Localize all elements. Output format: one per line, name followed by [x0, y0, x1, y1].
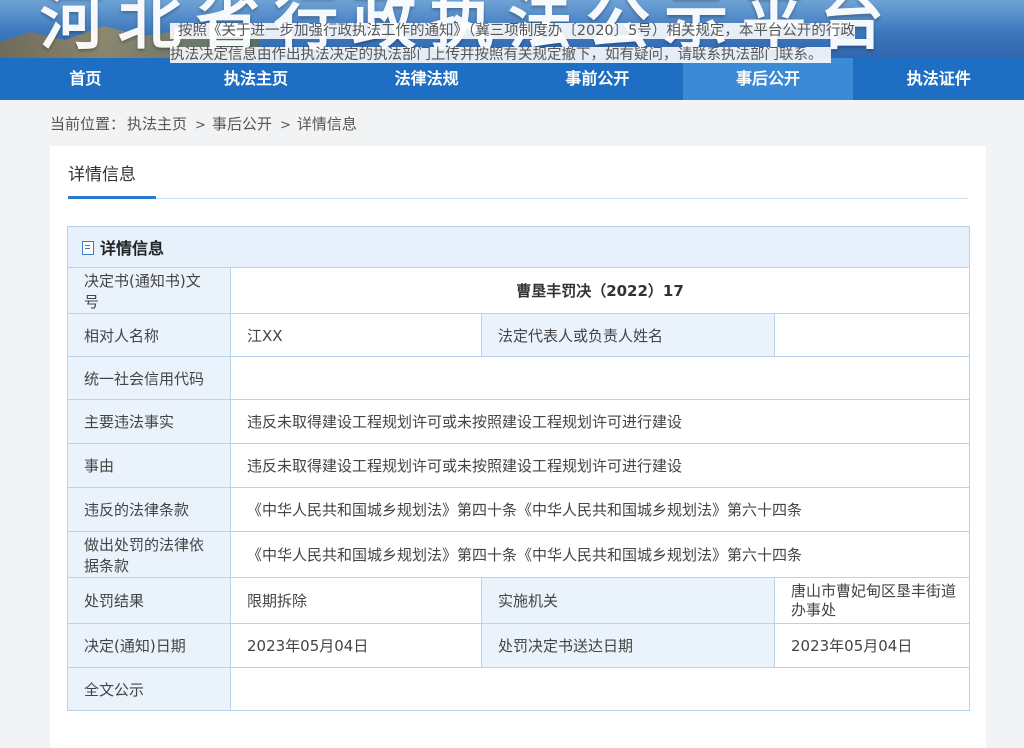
- reason-value: 违反未取得建设工程规划许可或未按照建设工程规划许可进行建设: [230, 443, 970, 488]
- table-row: 违反的法律条款 《中华人民共和国城乡规划法》第四十条《中华人民共和国城乡规划法》…: [67, 487, 970, 532]
- breadcrumb-separator: >: [195, 118, 206, 133]
- delivery-date-value: 2023年05月04日: [774, 623, 970, 668]
- nav-home[interactable]: 首页: [0, 58, 171, 100]
- violated-law-label: 违反的法律条款: [67, 487, 231, 532]
- party-label: 相对人名称: [67, 313, 231, 357]
- reason-label: 事由: [67, 443, 231, 488]
- legal-rep-label: 法定代表人或负责人姓名: [481, 313, 775, 357]
- detail-table: 详情信息 决定书(通知书)文号 曹垦丰罚决（2022）17 相对人名称 江XX …: [67, 226, 970, 711]
- table-row: 做出处罚的法律依据条款 《中华人民共和国城乡规划法》第四十条《中华人民共和国城乡…: [67, 531, 970, 578]
- penalty-basis-value: 《中华人民共和国城乡规划法》第四十条《中华人民共和国城乡规划法》第六十四条: [230, 531, 970, 578]
- delivery-date-label: 处罚决定书送达日期: [481, 623, 775, 668]
- document-icon: [82, 241, 94, 255]
- doc-number-value: 曹垦丰罚决（2022）17: [230, 267, 970, 314]
- decision-date-value: 2023年05月04日: [230, 623, 482, 668]
- doc-number-label: 决定书(通知书)文号: [67, 267, 231, 314]
- facts-value: 违反未取得建设工程规划许可或未按照建设工程规划许可进行建设: [230, 399, 970, 444]
- table-row: 决定(通知)日期 2023年05月04日 处罚决定书送达日期 2023年05月0…: [67, 623, 970, 668]
- nav-certificates[interactable]: 执法证件: [853, 58, 1024, 100]
- tab-divider: [68, 198, 968, 199]
- table-row: 决定书(通知书)文号 曹垦丰罚决（2022）17: [67, 267, 970, 314]
- table-row: 相对人名称 江XX 法定代表人或负责人姓名: [67, 313, 970, 357]
- penalty-result-value: 限期拆除: [230, 577, 482, 624]
- tab-detail[interactable]: 详情信息: [68, 156, 136, 195]
- breadcrumb-link-post-disclosure[interactable]: 事后公开: [212, 115, 272, 133]
- facts-label: 主要违法事实: [67, 399, 231, 444]
- decision-date-label: 决定(通知)日期: [67, 623, 231, 668]
- violated-law-value: 《中华人民共和国城乡规划法》第四十条《中华人民共和国城乡规划法》第六十四条: [230, 487, 970, 532]
- breadcrumb-prefix: 当前位置：: [50, 115, 126, 133]
- table-row: 统一社会信用代码: [67, 356, 970, 400]
- table-row: 处罚结果 限期拆除 实施机关 唐山市曹妃甸区垦丰街道办事处: [67, 577, 970, 624]
- penalty-result-label: 处罚结果: [67, 577, 231, 624]
- breadcrumb-link-enforcement-home[interactable]: 执法主页: [127, 115, 187, 133]
- fulltext-value: [230, 667, 970, 711]
- table-row: 全文公示: [67, 667, 970, 711]
- detail-table-header: 详情信息: [67, 226, 970, 268]
- detail-panel: 详情信息 详情信息 决定书(通知书)文号 曹垦丰罚决（2022）17 相对人名称…: [50, 146, 986, 748]
- credit-code-label: 统一社会信用代码: [67, 356, 231, 400]
- notice-text: 按照《关于进一步加强行政执法工作的通知》（冀三项制度办〔2020〕5号）相关规定…: [170, 23, 855, 63]
- breadcrumb-separator: >: [279, 118, 291, 133]
- credit-code-value: [230, 356, 970, 400]
- detail-header-label: 详情信息: [100, 239, 165, 258]
- tab-active-underline: [68, 196, 156, 199]
- party-value: 江XX: [230, 313, 482, 357]
- table-row: 主要违法事实 违反未取得建设工程规划许可或未按照建设工程规划许可进行建设: [67, 399, 970, 444]
- breadcrumb-current: 详情信息: [296, 115, 357, 133]
- table-row: 事由 违反未取得建设工程规划许可或未按照建设工程规划许可进行建设: [67, 443, 970, 488]
- penalty-basis-label: 做出处罚的法律依据条款: [67, 531, 231, 578]
- legal-rep-value: [774, 313, 970, 357]
- agency-label: 实施机关: [481, 577, 775, 624]
- fulltext-label: 全文公示: [67, 667, 231, 711]
- agency-value: 唐山市曹妃甸区垦丰街道办事处: [774, 577, 970, 624]
- breadcrumb: 当前位置： 执法主页 > 事后公开 > 详情信息: [50, 113, 359, 134]
